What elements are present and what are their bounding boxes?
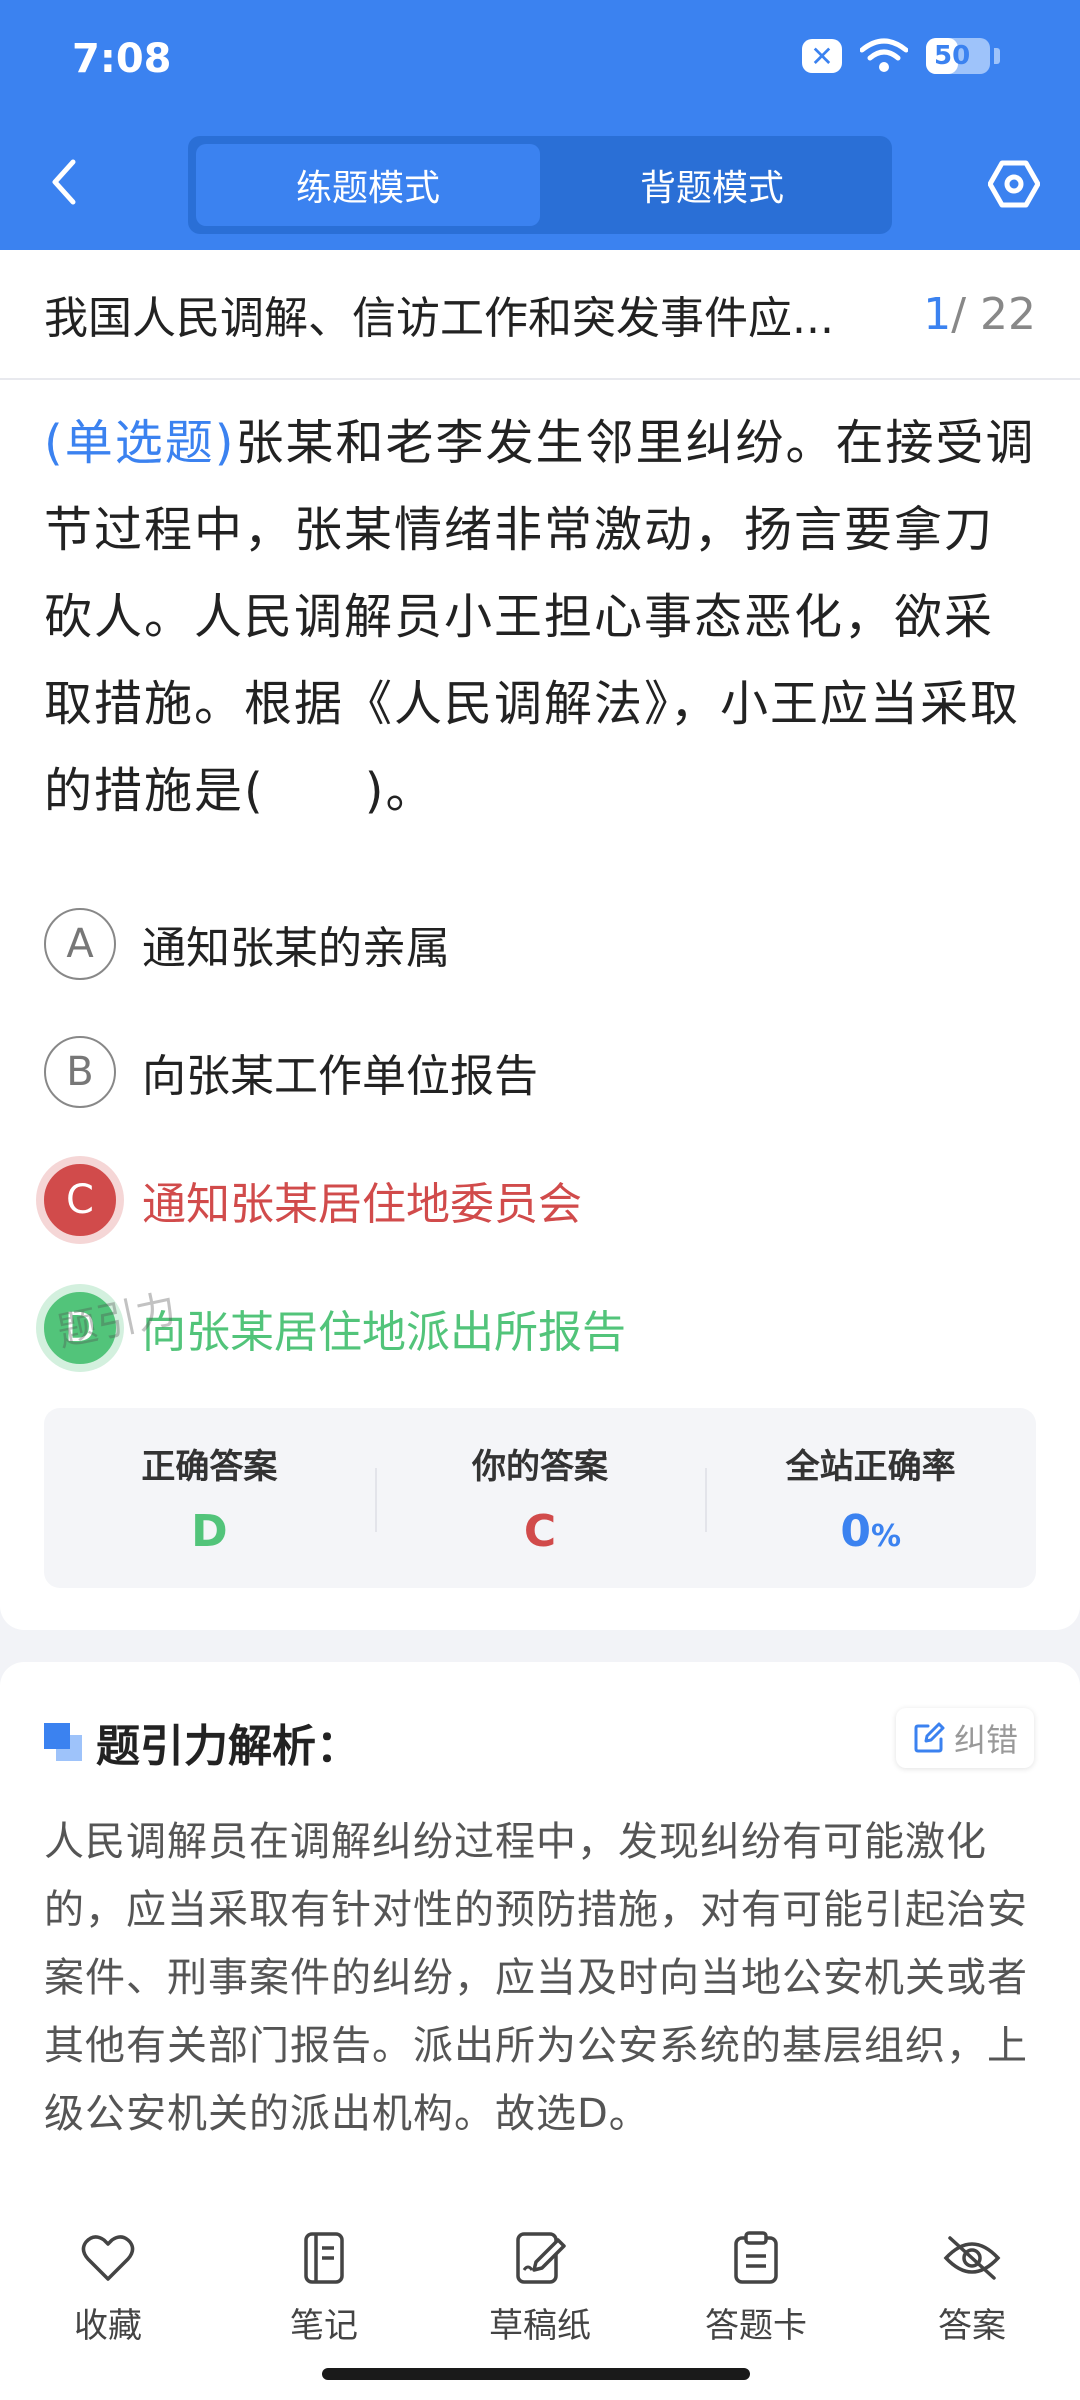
chevron-left-icon xyxy=(52,159,76,205)
back-button[interactable] xyxy=(40,154,88,210)
option-key: C xyxy=(44,1164,116,1236)
option-key: B xyxy=(44,1036,116,1108)
site-accuracy-value: 0% xyxy=(840,1506,901,1557)
nav-label: 答题卡 xyxy=(705,2306,807,2346)
answer-summary: 正确答案 D 你的答案 C 全站正确率 0% xyxy=(44,1408,1036,1588)
option-text: 向张某居住地派出所报告 xyxy=(142,1307,626,1358)
option-text: 向张某工作单位报告 xyxy=(142,1051,538,1102)
total-question-count: / 22 xyxy=(951,288,1036,340)
option-key: A xyxy=(44,908,116,980)
site-accuracy-number: 0 xyxy=(840,1506,871,1557)
nav-label: 收藏 xyxy=(74,2306,142,2346)
app-header: 7:08 ✕ 50 练题模式 背题模式 xyxy=(0,0,1080,250)
option-text: 通知张某的亲属 xyxy=(142,923,450,974)
report-error-label: 纠错 xyxy=(953,1721,1018,1759)
nav-label: 草稿纸 xyxy=(489,2306,591,2346)
analysis-mark-icon xyxy=(44,1723,82,1761)
settings-button[interactable] xyxy=(984,156,1044,212)
question-card: 我国人民调解、信访工作和突发事件应... 1/ 22 (单选题)张某和老李发生邻… xyxy=(0,250,1080,1630)
correct-answer: 正确答案 D xyxy=(44,1408,375,1588)
eye-off-icon xyxy=(942,2228,1002,2288)
answer-card-icon xyxy=(726,2228,786,2288)
edit-icon xyxy=(914,1722,945,1753)
status-icons: ✕ 50 xyxy=(802,38,1000,74)
nav-label: 笔记 xyxy=(290,2306,358,2346)
nav-label: 答案 xyxy=(938,2306,1006,2346)
status-time: 7:08 xyxy=(72,36,172,82)
notebook-icon xyxy=(294,2228,354,2288)
correct-answer-label: 正确答案 xyxy=(141,1447,278,1487)
heart-icon xyxy=(78,2228,138,2288)
option-a[interactable]: A 通知张某的亲属 xyxy=(44,880,1036,1008)
draft-icon xyxy=(510,2228,570,2288)
site-accuracy: 全站正确率 0% xyxy=(705,1408,1036,1588)
tab-practice-mode[interactable]: 练题模式 xyxy=(196,144,540,226)
analysis-card: 题引力解析： 纠错 人民调解员在调解纠纷过程中，发现纠纷有可能激化的，应当采取有… xyxy=(0,1662,1080,2222)
correct-answer-value: D xyxy=(191,1506,228,1557)
show-answer-button[interactable]: 答案 xyxy=(864,2204,1080,2400)
wifi-icon xyxy=(860,38,908,72)
analysis-text: 人民调解员在调解纠纷过程中，发现纠纷有可能激化的，应当采取有针对性的预防措施，对… xyxy=(44,1819,1028,2137)
question-body: 张某和老李发生邻里纠纷。在接受调节过程中，张某情绪非常激动，扬言要拿刀砍人。人民… xyxy=(44,415,1036,819)
option-text: 通知张某居住地委员会 xyxy=(142,1179,582,1230)
your-answer: 你的答案 C xyxy=(374,1408,706,1588)
battery-level: 50 xyxy=(934,41,971,71)
analysis-header: 题引力解析： xyxy=(44,1710,360,1774)
question-counter: 1/ 22 xyxy=(923,289,1036,340)
analysis-title: 题引力解析： xyxy=(96,1721,360,1772)
favorite-button[interactable]: 收藏 xyxy=(0,2204,216,2400)
your-answer-value: C xyxy=(523,1506,557,1557)
option-b[interactable]: B 向张某工作单位报告 xyxy=(44,1008,1036,1136)
current-question-number: 1 xyxy=(923,288,952,340)
question-text: (单选题)张某和老李发生邻里纠纷。在接受调节过程中，张某情绪非常激动，扬言要拿刀… xyxy=(44,400,1036,835)
battery-icon: 50 xyxy=(926,38,990,74)
no-sim-icon: ✕ xyxy=(802,39,842,73)
battery-tip xyxy=(994,48,1000,64)
option-c[interactable]: C 通知张某居住地委员会 xyxy=(44,1136,1036,1264)
question-set-title: 我国人民调解、信访工作和突发事件应... xyxy=(44,293,834,344)
your-answer-label: 你的答案 xyxy=(472,1447,608,1487)
site-accuracy-unit: % xyxy=(870,1519,902,1554)
home-indicator[interactable] xyxy=(322,2368,750,2380)
option-list: A 通知张某的亲属 B 向张某工作单位报告 C 通知张某居住地委员会 D 向张某… xyxy=(44,880,1036,1392)
question-title-row: 我国人民调解、信访工作和突发事件应... 1/ 22 xyxy=(0,250,1080,380)
question-type: (单选题) xyxy=(44,415,236,471)
option-d[interactable]: D 向张某居住地派出所报告 题引力 xyxy=(44,1264,1036,1392)
gear-icon xyxy=(988,160,1040,208)
mode-switch: 练题模式 背题模式 xyxy=(188,136,892,234)
tab-memorize-mode[interactable]: 背题模式 xyxy=(540,144,884,226)
report-error-button[interactable]: 纠错 xyxy=(895,1708,1034,1768)
site-accuracy-label: 全站正确率 xyxy=(785,1447,956,1487)
